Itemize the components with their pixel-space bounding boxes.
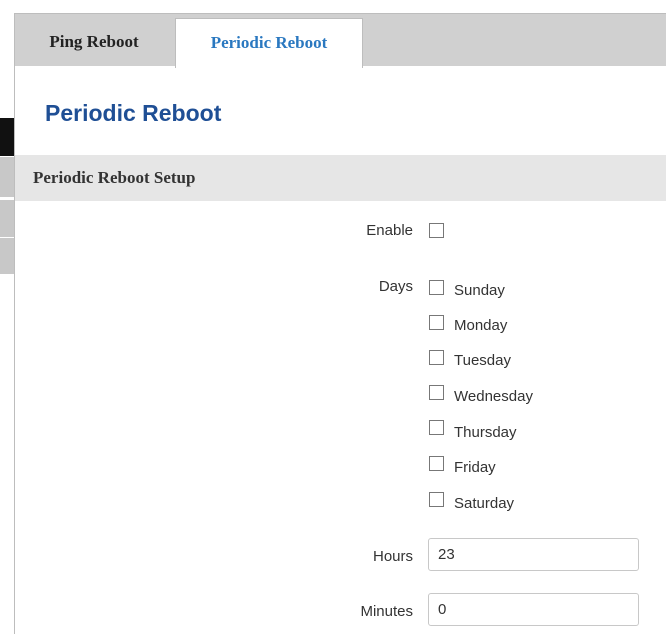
monday-label: Monday [454, 317, 508, 334]
wednesday-label: Wednesday [454, 388, 533, 405]
edge-artifact [0, 157, 14, 197]
thursday-label: Thursday [454, 424, 517, 441]
tab-periodic-reboot[interactable]: Periodic Reboot [175, 18, 363, 68]
hours-input[interactable] [428, 538, 639, 571]
minutes-label: Minutes [360, 603, 413, 620]
tab-bar: Ping Reboot Periodic Reboot [15, 14, 666, 68]
tuesday-label: Tuesday [454, 352, 511, 369]
friday-label: Friday [454, 459, 496, 476]
enable-checkbox[interactable] [429, 223, 444, 238]
main-panel: Ping Reboot Periodic Reboot Periodic Reb… [14, 13, 666, 634]
edge-artifact [0, 238, 14, 274]
enable-label: Enable [366, 222, 413, 239]
hours-label: Hours [372, 548, 413, 565]
thursday-checkbox[interactable] [429, 420, 444, 435]
friday-checkbox[interactable] [429, 456, 444, 471]
page-title: Periodic Reboot [45, 100, 222, 126]
section-header: Periodic Reboot Setup [15, 155, 666, 201]
edge-artifact [0, 118, 14, 156]
wednesday-checkbox[interactable] [429, 385, 444, 400]
days-label: Days [378, 278, 413, 295]
sunday-label: Sunday [454, 282, 505, 299]
tab-ping-reboot[interactable]: Ping Reboot [15, 18, 173, 66]
saturday-checkbox[interactable] [429, 492, 444, 507]
saturday-label: Saturday [454, 495, 515, 512]
monday-checkbox[interactable] [429, 315, 444, 330]
tuesday-checkbox[interactable] [429, 350, 444, 365]
edge-artifact [0, 200, 14, 237]
minutes-input[interactable] [428, 593, 639, 626]
sunday-checkbox[interactable] [429, 280, 444, 295]
